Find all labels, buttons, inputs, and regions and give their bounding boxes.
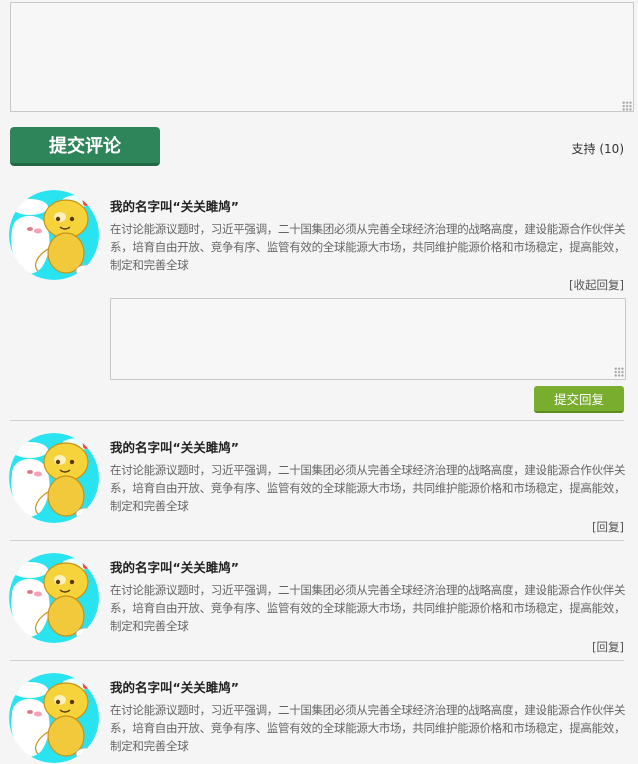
avatar — [8, 432, 100, 524]
comment-textarea[interactable] — [10, 2, 634, 112]
comment-body: 我的名字叫“关关雎鸠” 在讨论能源议题时，习近平强调，二十国集团必须从完善全球经… — [110, 560, 628, 635]
resize-grip-icon[interactable] — [614, 367, 624, 377]
comment-author: 我的名字叫“关关雎鸠” — [110, 199, 239, 214]
avatar — [8, 189, 100, 281]
comment-text: 在讨论能源议题时，习近平强调，二十国集团必须从完善全球经济治理的战略高度，建设能… — [110, 463, 626, 513]
resize-grip-icon[interactable] — [622, 101, 632, 111]
submit-reply-button[interactable]: 提交回复 — [534, 386, 624, 413]
comment-body: 我的名字叫“关关雎鸠” 在讨论能源议题时，习近平强调，二十国集团必须从完善全球经… — [110, 440, 628, 515]
divider — [10, 660, 624, 661]
comment-author: 我的名字叫“关关雎鸠” — [110, 560, 239, 575]
comment-body: 我的名字叫“关关雎鸠” 在讨论能源议题时，习近平强调，二十国集团必须从完善全球经… — [110, 199, 628, 274]
support-button[interactable]: 支持 (10) — [572, 140, 624, 157]
avatar — [8, 672, 100, 764]
comment-author: 我的名字叫“关关雎鸠” — [110, 440, 239, 455]
comment-text: 在讨论能源议题时，习近平强调，二十国集团必须从完善全球经济治理的战略高度，建设能… — [110, 222, 626, 272]
reply-link[interactable]: [回复] — [592, 639, 624, 655]
collapse-reply-link[interactable]: [收起回复] — [569, 277, 624, 293]
submit-comment-button[interactable]: 提交评论 — [10, 127, 160, 166]
comment-text: 在讨论能源议题时，习近平强调，二十国集团必须从完善全球经济治理的战略高度，建设能… — [110, 583, 626, 633]
reply-link[interactable]: [回复] — [592, 519, 624, 535]
comment-author: 我的名字叫“关关雎鸠” — [110, 680, 239, 695]
comment-body: 我的名字叫“关关雎鸠” 在讨论能源议题时，习近平强调，二十国集团必须从完善全球经… — [110, 680, 628, 755]
avatar — [8, 552, 100, 644]
reply-textarea[interactable] — [110, 298, 626, 380]
comment-text: 在讨论能源议题时，习近平强调，二十国集团必须从完善全球经济治理的战略高度，建设能… — [110, 703, 626, 753]
divider — [10, 540, 624, 541]
divider — [10, 420, 624, 421]
